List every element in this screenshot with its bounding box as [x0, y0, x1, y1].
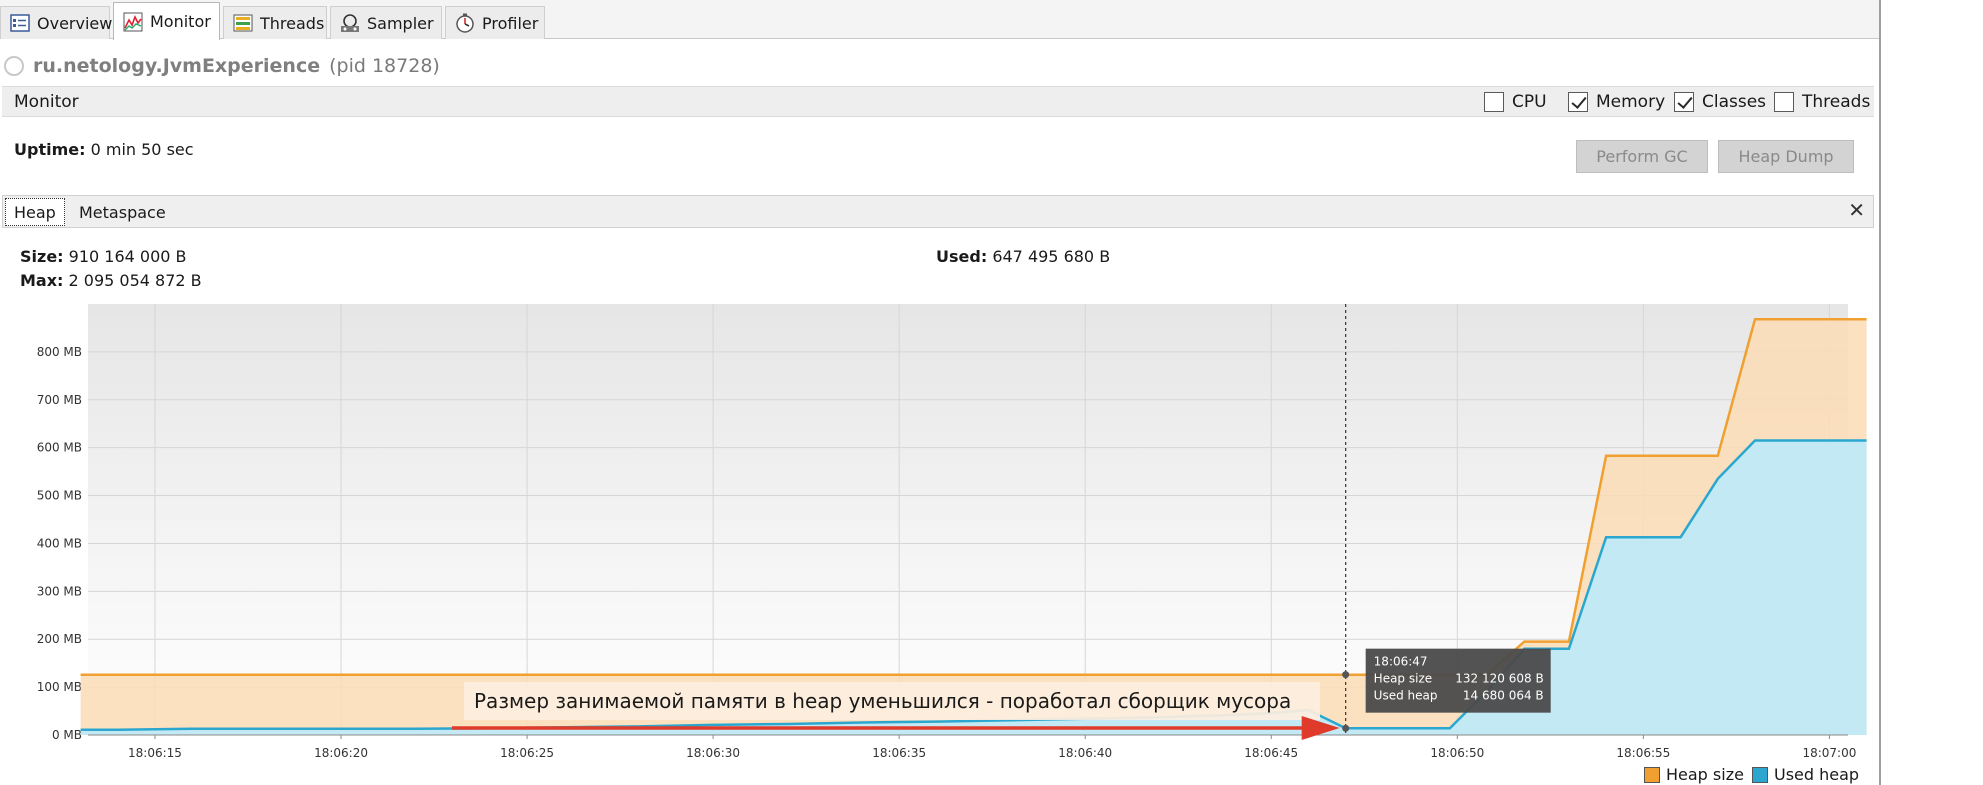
heap-chart[interactable]: 0 MB 100 MB 200 MB 300 MB 400 MB 500 MB 600 MB… [0, 300, 1880, 785]
classes-checkbox-box[interactable] [1674, 92, 1694, 112]
tooltip-time: 18:06:47 [1374, 655, 1428, 669]
x-tick-label: 18:06:30 [686, 746, 740, 760]
legend-used-swatch [1752, 766, 1768, 783]
tab-overview-label: Overview [37, 13, 113, 33]
tab-sampler-label: Sampler [367, 13, 434, 33]
tab-overview[interactable]: Overview [0, 6, 113, 39]
legend-heap-swatch [1644, 766, 1660, 783]
x-tick-label: 18:06:50 [1430, 746, 1484, 760]
max-label: Max: [20, 271, 64, 290]
threads-checkbox[interactable]: Threads [1774, 92, 1870, 112]
tooltip-heap-value: 132 120 608 B [1455, 672, 1543, 686]
y-tick-label: 400 MB [37, 536, 82, 550]
memory-checkbox-label: Memory [1596, 92, 1666, 112]
y-tick-label: 800 MB [37, 345, 82, 359]
app-status-icon [4, 56, 24, 76]
classes-checkbox[interactable]: Classes [1674, 92, 1766, 112]
cpu-checkbox[interactable]: CPU [1484, 92, 1547, 112]
heap-dump-button[interactable]: Heap Dump [1718, 140, 1854, 173]
perform-gc-button[interactable]: Perform GC [1576, 140, 1708, 173]
size-value: 910 164 000 B [68, 247, 187, 266]
tab-profiler-label: Profiler [482, 13, 539, 33]
x-tick-label: 18:06:20 [314, 746, 368, 760]
uptime-value: 0 min 50 sec [90, 140, 194, 159]
heap-size-stat: Size: 910 164 000 B [20, 247, 187, 266]
heap-max-stat: Max: 2 095 054 872 B [20, 271, 202, 290]
tab-threads[interactable]: Threads [223, 6, 327, 39]
max-value: 2 095 054 872 B [68, 271, 202, 290]
x-tick-label: 18:06:15 [128, 746, 182, 760]
size-label: Size: [20, 247, 64, 266]
monitor-toolbar: Monitor CPU Memory Classes Threads [2, 86, 1874, 117]
y-tick-label: 200 MB [37, 632, 82, 646]
tooltip-used-value: 14 680 064 B [1463, 689, 1544, 703]
threads-icon [233, 14, 253, 32]
monitor-title: Monitor [14, 92, 79, 112]
memory-checkbox[interactable]: Memory [1568, 92, 1665, 112]
cursor-heap-marker [1342, 671, 1350, 679]
close-icon[interactable]: ✕ [1848, 198, 1865, 222]
legend-used-label: Used heap [1774, 765, 1860, 784]
annotation-text: Размер занимаемой памяти в heap уменьшил… [474, 689, 1291, 713]
x-tick-label: 18:06:35 [872, 746, 926, 760]
x-tick-label: 18:06:55 [1616, 746, 1670, 760]
subtab-metaspace[interactable]: Metaspace [71, 198, 174, 226]
tab-threads-label: Threads [260, 13, 325, 33]
overview-icon [10, 14, 30, 32]
heap-used-stat: Used: 647 495 680 B [936, 247, 1110, 266]
subtab-heap[interactable]: Heap [5, 198, 65, 226]
view-tab-bar: Overview Monitor Threads Sampler Profile… [0, 0, 1880, 40]
x-tick-label: 18:06:45 [1244, 746, 1298, 760]
tab-sampler[interactable]: Sampler [330, 6, 442, 39]
cpu-checkbox-box[interactable] [1484, 92, 1504, 112]
classes-checkbox-label: Classes [1702, 92, 1767, 112]
threads-checkbox-label: Threads [1802, 92, 1871, 112]
y-tick-label: 100 MB [37, 680, 82, 694]
heap-chart-svg: 0 MB 100 MB 200 MB 300 MB 400 MB 500 MB 600 MB… [37, 304, 1867, 760]
uptime: Uptime: 0 min 50 sec [14, 140, 194, 159]
threads-checkbox-box[interactable] [1774, 92, 1794, 112]
used-label: Used: [936, 247, 988, 266]
y-tick-label: 0 MB [52, 728, 82, 742]
application-header: ru.netology.JvmExperience (pid 18728) [4, 53, 440, 79]
x-tick-label: 18:06:25 [500, 746, 554, 760]
y-tick-label: 700 MB [37, 393, 82, 407]
cursor-used-marker [1342, 724, 1350, 732]
legend-heap-size: Heap size [1644, 765, 1744, 784]
used-value: 647 495 680 B [992, 247, 1111, 266]
memory-checkbox-box[interactable] [1568, 92, 1588, 112]
app-pid: (pid 18728) [329, 55, 440, 77]
tab-monitor[interactable]: Monitor [113, 2, 220, 40]
monitor-icon [123, 12, 143, 31]
tab-profiler[interactable]: Profiler [445, 6, 545, 39]
tooltip-heap-label: Heap size [1374, 672, 1432, 686]
x-tick-label: 18:06:40 [1058, 746, 1112, 760]
cpu-checkbox-label: CPU [1512, 92, 1547, 112]
uptime-label: Uptime: [14, 140, 86, 159]
app-name: ru.netology.JvmExperience [33, 55, 321, 77]
memory-subtab-bar: Heap Metaspace ✕ [2, 195, 1874, 228]
tab-monitor-label: Monitor [150, 12, 211, 31]
y-tick-label: 500 MB [37, 489, 82, 503]
y-tick-label: 300 MB [37, 584, 82, 598]
x-tick-label: 18:07:00 [1802, 746, 1856, 760]
profiler-icon [456, 13, 474, 33]
sampler-icon [341, 14, 359, 32]
tooltip-used-label: Used heap [1374, 689, 1438, 703]
y-tick-label: 600 MB [37, 441, 82, 455]
legend-used-heap: Used heap [1752, 765, 1859, 784]
legend-heap-label: Heap size [1666, 765, 1744, 784]
